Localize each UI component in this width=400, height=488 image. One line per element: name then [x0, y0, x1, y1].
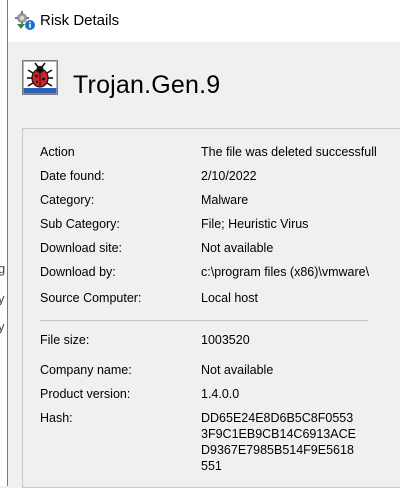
title-bar[interactable]: Risk Details: [8, 0, 400, 42]
source-computer-label: Source Computer:: [40, 291, 142, 305]
company-name-value: Not available: [201, 363, 274, 377]
company-name-label: Company name:: [40, 363, 132, 377]
background-text-fragment: y: [0, 319, 5, 334]
download-by-label: Download by:: [40, 265, 116, 279]
background-window-edge: g y y: [0, 0, 7, 486]
date-found-label: Date found:: [40, 169, 105, 183]
action-label: Action: [40, 145, 75, 159]
hash-line: DD65E24E8D6B5C8F0553: [201, 411, 354, 425]
subcategory-label: Sub Category:: [40, 217, 120, 231]
product-version-value: 1.4.0.0: [201, 387, 240, 401]
hash-line: 3F9C1EB9CB14C6913ACE: [201, 427, 356, 441]
date-found-value: 2/10/2022: [201, 169, 257, 183]
product-version-label: Product version:: [40, 387, 131, 401]
risk-details-app-icon: [15, 11, 35, 30]
file-size-label: File size:: [40, 333, 90, 347]
category-label: Category:: [40, 193, 95, 207]
source-computer-value: Local host: [201, 291, 258, 305]
background-text-fragment: g: [0, 261, 6, 276]
hash-line: 551: [201, 459, 222, 473]
subcategory-value: File; Heuristic Virus: [201, 217, 309, 231]
threat-name: Trojan.Gen.9: [73, 71, 221, 99]
download-by-value: c:\program files (x86)\vmware\: [201, 265, 370, 279]
red-bug-icon: [22, 60, 58, 95]
details-panel: Action The file was deleted successfull …: [22, 128, 400, 488]
hash-line: D9367E7985B514F9E5618: [201, 443, 354, 457]
file-size-value: 1003520: [201, 333, 250, 347]
window-title: Risk Details: [40, 12, 120, 29]
hash-label: Hash:: [40, 411, 73, 425]
risk-details-window: Risk Details Trojan.Gen.9 Action The fil…: [8, 0, 400, 488]
action-value: The file was deleted successfull: [201, 145, 377, 159]
section-divider: [40, 320, 368, 321]
download-site-label: Download site:: [40, 241, 122, 255]
download-site-value: Not available: [201, 241, 274, 255]
background-text-fragment: y: [0, 291, 5, 306]
category-value: Malware: [201, 193, 249, 207]
